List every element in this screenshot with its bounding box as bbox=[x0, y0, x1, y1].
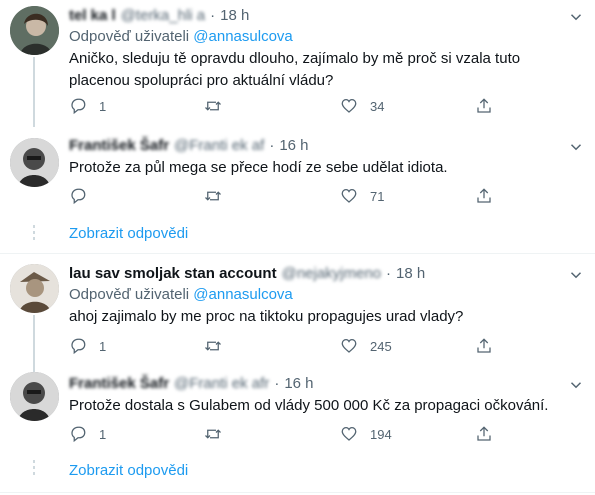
tweet-header: lau sav smoljak stan account @nejakyjmen… bbox=[69, 264, 581, 284]
author-name[interactable]: lau sav smoljak stan account bbox=[69, 264, 277, 284]
timestamp[interactable]: 18 h bbox=[396, 264, 425, 284]
separator-dot: · bbox=[386, 265, 392, 282]
heart-icon bbox=[341, 98, 357, 113]
like-button[interactable]: 245 bbox=[340, 336, 392, 356]
chevron-down-icon[interactable] bbox=[567, 376, 585, 394]
reply-prefix: Odpověď uživateli bbox=[69, 286, 190, 303]
tweet-header: tel ka l @terka_hli a · 18 h bbox=[69, 6, 581, 26]
avatar[interactable] bbox=[10, 264, 59, 313]
avatar-image bbox=[10, 138, 59, 187]
like-count: 71 bbox=[370, 188, 385, 204]
show-replies-link[interactable]: Zobrazit odpovědi bbox=[69, 224, 188, 244]
divider bbox=[0, 492, 595, 493]
tweet-actions: 1 34 bbox=[69, 96, 509, 116]
retweet-button[interactable] bbox=[204, 336, 234, 356]
chevron-down-icon[interactable] bbox=[567, 8, 585, 26]
heart-icon bbox=[341, 338, 357, 353]
like-button[interactable]: 194 bbox=[340, 424, 392, 444]
author-handle[interactable]: @Franti ek af bbox=[174, 136, 264, 156]
reply-button[interactable]: 1 bbox=[69, 336, 106, 356]
tweet-text: Protože dostala s Gulabem od vlády 500 0… bbox=[69, 397, 549, 414]
retweet-icon bbox=[205, 341, 221, 351]
reply-button[interactable]: 1 bbox=[69, 424, 106, 444]
retweet-icon bbox=[205, 101, 221, 111]
tweet[interactable]: František Šafr @Franti ek af · 16 h Prot… bbox=[0, 132, 595, 212]
separator-dot: · bbox=[269, 137, 275, 154]
timestamp[interactable]: 16 h bbox=[279, 136, 308, 156]
thread-dots bbox=[33, 460, 35, 478]
share-button[interactable] bbox=[475, 96, 493, 116]
share-button[interactable] bbox=[475, 424, 493, 444]
tweet[interactable]: tel ka l @terka_hli a · 18 h Odpověď uži… bbox=[0, 0, 595, 127]
tweet-actions: 71 bbox=[69, 186, 509, 206]
author-handle[interactable]: @Franti ek afr bbox=[174, 374, 269, 394]
like-count: 34 bbox=[370, 98, 385, 114]
tweet-header: František Šafr @Franti ek af · 16 h bbox=[69, 136, 581, 156]
reply-count: 1 bbox=[99, 426, 107, 442]
avatar-image bbox=[10, 372, 59, 421]
reply-icon bbox=[71, 188, 86, 205]
reply-count: 1 bbox=[99, 338, 107, 354]
avatar[interactable] bbox=[10, 138, 59, 187]
tweet-actions: 1 194 bbox=[69, 424, 509, 444]
avatar[interactable] bbox=[10, 372, 59, 421]
share-icon bbox=[477, 188, 491, 203]
retweet-button[interactable] bbox=[204, 96, 234, 116]
share-icon bbox=[477, 426, 491, 441]
reply-context: Odpověď uživateli @annasulcova bbox=[69, 27, 581, 47]
tweet-text: Protože za půl mega se přece hodí ze seb… bbox=[69, 159, 448, 176]
separator-dot: · bbox=[210, 7, 216, 24]
tweet[interactable]: lau sav smoljak stan account @nejakyjmen… bbox=[0, 254, 595, 375]
share-button[interactable] bbox=[475, 186, 493, 206]
tweet-text: ahoj zajimalo by me proc na tiktoku prop… bbox=[69, 308, 464, 325]
reply-icon bbox=[71, 98, 86, 115]
retweet-icon bbox=[205, 191, 221, 201]
show-replies-link[interactable]: Zobrazit odpovědi bbox=[69, 461, 188, 481]
timestamp[interactable]: 18 h bbox=[220, 6, 249, 26]
retweet-button[interactable] bbox=[204, 424, 234, 444]
share-icon bbox=[477, 338, 491, 353]
reply-count: 1 bbox=[99, 98, 107, 114]
like-button[interactable]: 34 bbox=[340, 96, 384, 116]
reply-prefix: Odpověď uživateli bbox=[69, 28, 190, 45]
author-name[interactable]: František Šafr bbox=[69, 136, 169, 156]
avatar-image bbox=[10, 6, 59, 55]
like-count: 245 bbox=[370, 338, 392, 354]
thread-line bbox=[33, 57, 35, 127]
author-handle[interactable]: @terka_hli a bbox=[121, 6, 205, 26]
retweet-button[interactable] bbox=[204, 186, 234, 206]
reply-button[interactable] bbox=[69, 186, 99, 206]
thread-dots bbox=[33, 225, 35, 243]
tweet-text: Aničko, sleduju tě opravdu dlouho, zajím… bbox=[69, 50, 521, 89]
heart-icon bbox=[341, 188, 357, 203]
like-button[interactable]: 71 bbox=[340, 186, 384, 206]
share-icon bbox=[477, 98, 491, 113]
retweet-icon bbox=[205, 429, 221, 439]
reply-handle-link[interactable]: @annasulcova bbox=[193, 28, 292, 45]
author-name[interactable]: František Šafr bbox=[69, 374, 169, 394]
like-count: 194 bbox=[370, 426, 392, 442]
reply-button[interactable]: 1 bbox=[69, 96, 106, 116]
reply-icon bbox=[71, 426, 86, 443]
chevron-down-icon[interactable] bbox=[567, 266, 585, 284]
heart-icon bbox=[341, 426, 357, 441]
tweet[interactable]: František Šafr @Franti ek afr · 16 h Pro… bbox=[0, 364, 595, 450]
reply-handle-link[interactable]: @annasulcova bbox=[193, 286, 292, 303]
reply-icon bbox=[71, 338, 86, 355]
author-handle[interactable]: @nejakyjmeno bbox=[282, 264, 381, 284]
tweet-actions: 1 245 bbox=[69, 336, 509, 356]
tweet-header: František Šafr @Franti ek afr · 16 h bbox=[69, 374, 581, 394]
avatar[interactable] bbox=[10, 6, 59, 55]
timestamp[interactable]: 16 h bbox=[284, 374, 313, 394]
separator-dot: · bbox=[274, 375, 280, 392]
avatar-image bbox=[10, 264, 59, 313]
share-button[interactable] bbox=[475, 336, 493, 356]
reply-context: Odpověď uživateli @annasulcova bbox=[69, 285, 581, 305]
chevron-down-icon[interactable] bbox=[567, 138, 585, 156]
author-name[interactable]: tel ka l bbox=[69, 6, 116, 26]
